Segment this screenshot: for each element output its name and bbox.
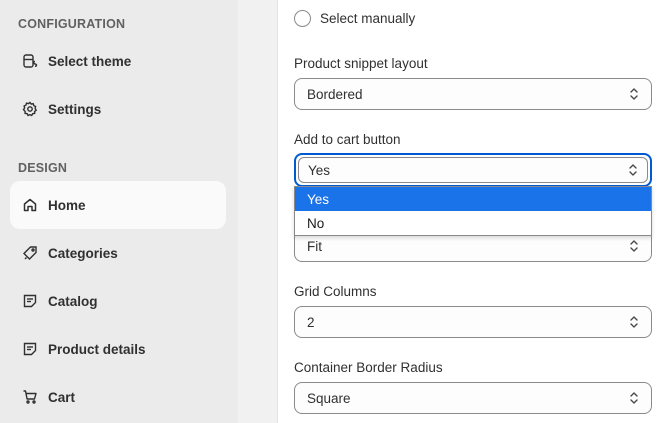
sidebar-item-label: Settings xyxy=(48,101,102,117)
sidebar-item-label: Cart xyxy=(48,389,76,405)
sidebar-item-select-theme[interactable]: Select theme xyxy=(10,37,226,85)
chevron-up-down-icon xyxy=(630,316,638,328)
product-details-icon xyxy=(22,341,38,357)
home-icon xyxy=(22,197,38,213)
select-manually-radio[interactable] xyxy=(294,10,311,27)
sidebar-item-categories[interactable]: Categories xyxy=(10,229,226,277)
sidebar-item-label: Categories xyxy=(48,245,118,261)
add-to-cart-button-label: Add to cart button xyxy=(294,132,401,147)
sidebar: CONFIGURATION Select theme Settings DESI… xyxy=(0,0,238,423)
select-inner-border xyxy=(298,157,648,183)
select-value: Fit xyxy=(307,238,322,254)
select-value: Bordered xyxy=(307,86,363,102)
sidebar-item-label: Catalog xyxy=(48,293,98,309)
sidebar-item-settings[interactable]: Settings xyxy=(10,85,226,133)
select-value: 2 xyxy=(307,314,315,330)
add-to-cart-dropdown-list: Yes No xyxy=(294,186,652,236)
sidebar-item-home[interactable]: Home xyxy=(10,181,226,229)
add-to-cart-button-select[interactable]: Yes xyxy=(294,153,652,187)
cart-icon xyxy=(22,389,38,405)
sidebar-item-cart[interactable]: Cart xyxy=(10,373,226,421)
container-border-radius-label: Container Border Radius xyxy=(294,360,443,375)
sidebar-item-product-details[interactable]: Product details xyxy=(10,325,226,373)
sidebar-item-label: Product details xyxy=(48,341,146,357)
configuration-section-title: CONFIGURATION xyxy=(18,17,126,31)
select-value: Yes xyxy=(308,162,331,178)
sidebar-item-catalog[interactable]: Catalog xyxy=(10,277,226,325)
design-section-title: DESIGN xyxy=(18,161,68,175)
theme-icon xyxy=(22,53,38,69)
chevron-up-down-icon xyxy=(629,164,637,176)
chevron-up-down-icon xyxy=(630,88,638,100)
product-snippet-layout-label: Product snippet layout xyxy=(294,56,428,71)
select-value: Square xyxy=(307,390,351,406)
gear-icon xyxy=(22,101,38,117)
select-manually-label: Select manually xyxy=(320,11,416,26)
sidebar-item-label: Home xyxy=(48,197,86,213)
dropdown-option-no[interactable]: No xyxy=(295,211,651,235)
chevron-up-down-icon xyxy=(630,240,638,252)
grid-columns-select[interactable]: 2 xyxy=(294,306,652,338)
grid-columns-label: Grid Columns xyxy=(294,284,377,299)
content-gutter xyxy=(238,0,278,423)
sidebar-item-label: Select theme xyxy=(48,53,132,69)
select-manually-option[interactable]: Select manually xyxy=(294,10,415,27)
tag-icon xyxy=(22,245,38,261)
catalog-icon xyxy=(22,293,38,309)
product-snippet-layout-select[interactable]: Bordered xyxy=(294,78,652,110)
chevron-up-down-icon xyxy=(630,392,638,404)
dropdown-option-yes[interactable]: Yes xyxy=(295,187,651,211)
container-border-radius-select[interactable]: Square xyxy=(294,382,652,414)
